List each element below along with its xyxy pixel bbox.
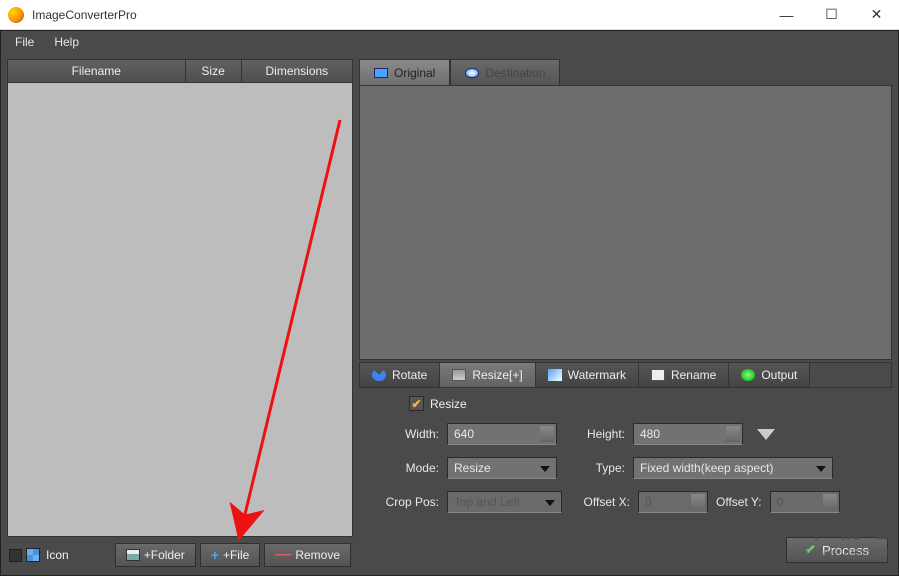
width-value: 640 — [454, 427, 474, 441]
add-folder-label: +Folder — [144, 548, 185, 562]
window-controls: — ☐ ✕ — [764, 0, 899, 29]
picture-icon — [126, 549, 140, 561]
left-panel: Filename Size Dimensions Icon +Folder + … — [7, 59, 353, 569]
spin-up-icon — [544, 428, 552, 432]
add-folder-button[interactable]: +Folder — [115, 543, 196, 567]
spin-up-icon — [695, 496, 703, 500]
app-body: File Help Filename Size Dimensions Icon … — [0, 30, 899, 576]
col-size[interactable]: Size — [186, 60, 242, 82]
type-select[interactable]: Fixed width(keep aspect) — [633, 457, 833, 479]
tool-rename[interactable]: Rename — [639, 363, 729, 387]
croppos-select: Top and Left — [447, 491, 562, 513]
app-icon — [8, 7, 24, 23]
rename-icon — [651, 369, 665, 381]
height-label: Height: — [565, 427, 625, 441]
tool-row: Rotate Resize[+] Watermark Rename Output — [359, 362, 892, 388]
offsety-label: Offset Y: — [716, 495, 762, 509]
height-value: 480 — [640, 427, 660, 441]
mode-label: Mode: — [369, 461, 439, 475]
type-label: Type: — [565, 461, 625, 475]
site-watermark: 下载吧 — [803, 506, 893, 546]
mode-select[interactable]: Resize — [447, 457, 557, 479]
offsetx-value: 0 — [645, 495, 652, 509]
menu-help[interactable]: Help — [44, 33, 89, 51]
icon-view-toggle[interactable]: Icon — [26, 548, 69, 562]
tool-resize-label: Resize[+] — [472, 368, 522, 382]
menu-file[interactable]: File — [5, 33, 44, 51]
tool-watermark-label: Watermark — [568, 368, 626, 382]
watermark-icon — [548, 369, 562, 381]
icon-checkbox[interactable] — [9, 549, 22, 562]
minimize-button[interactable]: — — [764, 0, 809, 29]
col-filename[interactable]: Filename — [8, 60, 186, 82]
tool-rotate-label: Rotate — [392, 368, 427, 382]
resize-icon — [452, 369, 466, 381]
close-button[interactable]: ✕ — [854, 0, 899, 29]
file-table-header: Filename Size Dimensions — [7, 59, 353, 83]
type-value: Fixed width(keep aspect) — [640, 461, 773, 475]
right-panel: Original Destination Rotate Resize[+] — [359, 59, 892, 569]
add-file-button[interactable]: + +File — [200, 543, 261, 567]
tab-original[interactable]: Original — [359, 59, 450, 85]
width-input[interactable]: 640 — [447, 423, 557, 445]
tool-output[interactable]: Output — [729, 363, 810, 387]
spin-down-icon — [695, 504, 703, 508]
maximize-button[interactable]: ☐ — [809, 0, 854, 29]
site-watermark-url: www.xiazaiba.com — [807, 547, 889, 558]
tab-destination-label: Destination — [485, 66, 545, 80]
menu-bar: File Help — [1, 31, 898, 53]
tool-rotate[interactable]: Rotate — [360, 363, 440, 387]
croppos-label: Crop Pos: — [369, 495, 439, 509]
tab-original-label: Original — [394, 66, 435, 80]
title-bar: ImageConverterPro — ☐ ✕ — [0, 0, 899, 30]
spin-down-icon — [730, 436, 738, 440]
tool-rename-label: Rename — [671, 368, 716, 382]
app-title: ImageConverterPro — [32, 8, 764, 22]
remove-button[interactable]: — Remove — [264, 543, 351, 567]
grid-icon — [26, 548, 40, 562]
icon-view-label: Icon — [46, 548, 69, 562]
globe-icon — [465, 68, 479, 78]
height-input[interactable]: 480 — [633, 423, 743, 445]
tool-resize[interactable]: Resize[+] — [440, 363, 535, 387]
tool-output-label: Output — [761, 368, 797, 382]
add-file-label: +File — [223, 548, 249, 562]
monitor-icon — [374, 68, 388, 78]
offsetx-input: 0 — [638, 491, 708, 513]
rotate-icon — [372, 369, 386, 381]
preview-area — [359, 85, 892, 360]
remove-label: Remove — [295, 548, 340, 562]
left-footer: Icon +Folder + +File — Remove — [7, 541, 353, 569]
checkbox-icon: ✔ — [409, 396, 424, 411]
spin-up-icon — [827, 496, 835, 500]
preview-tabs: Original Destination — [359, 59, 892, 85]
spin-down-icon — [544, 436, 552, 440]
resize-checkbox-label: Resize — [430, 397, 467, 411]
col-dimensions[interactable]: Dimensions — [242, 60, 352, 82]
plus-icon: + — [211, 547, 219, 563]
offsetx-label: Offset X: — [570, 495, 630, 509]
resize-checkbox[interactable]: ✔ Resize — [409, 396, 467, 411]
chevron-down-icon[interactable] — [757, 429, 775, 440]
file-list[interactable] — [7, 83, 353, 537]
offsety-value: 0 — [777, 495, 784, 509]
output-icon — [741, 369, 755, 381]
tool-watermark[interactable]: Watermark — [536, 363, 639, 387]
minus-icon: — — [275, 546, 291, 564]
mode-value: Resize — [454, 461, 491, 475]
tab-destination[interactable]: Destination — [450, 59, 560, 85]
spin-up-icon — [730, 428, 738, 432]
main-area: Filename Size Dimensions Icon +Folder + … — [1, 53, 898, 575]
width-label: Width: — [369, 427, 439, 441]
croppos-value: Top and Left — [454, 495, 520, 509]
